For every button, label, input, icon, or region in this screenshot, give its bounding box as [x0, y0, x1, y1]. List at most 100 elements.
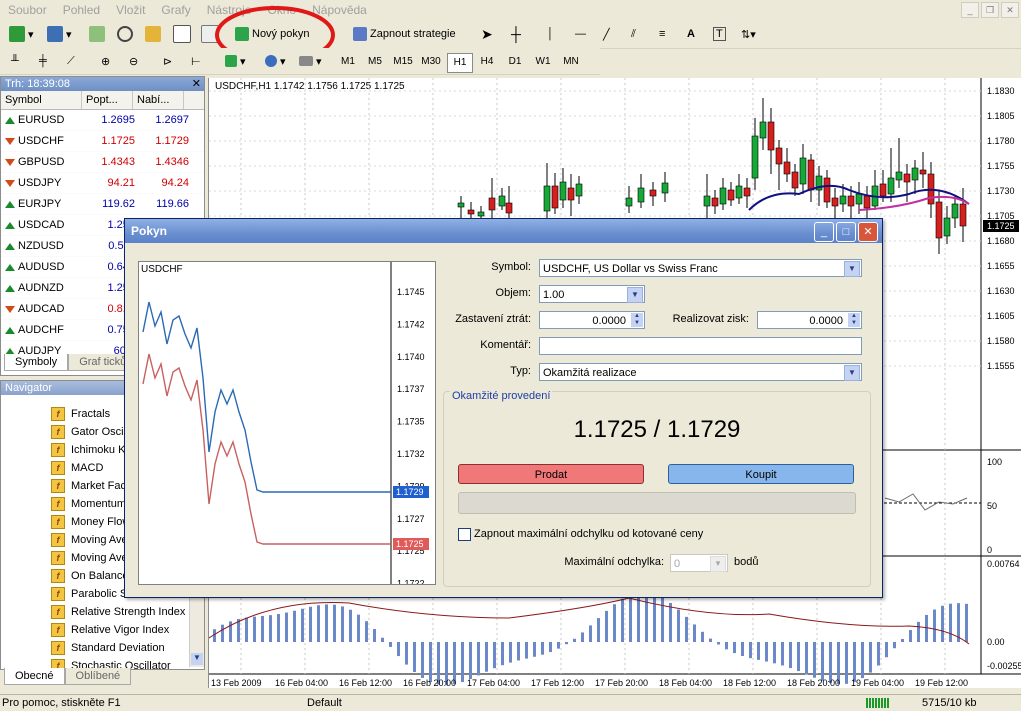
chevron-down-icon[interactable]: ▼	[844, 365, 860, 381]
periods-button[interactable]: ▾	[262, 50, 289, 72]
column-header-bid[interactable]: Popt...	[82, 91, 133, 109]
text-label-tool[interactable]: T	[710, 23, 729, 45]
market-watch-row[interactable]: USDCHF 1.1725 1.1729	[1, 131, 204, 152]
histogram-bar	[477, 642, 480, 676]
fibonacci-tool[interactable]: ≡	[656, 23, 668, 45]
vertical-line-tool[interactable]: │	[544, 23, 557, 45]
status-bar: Pro pomoc, stiskněte F1 Default 5715/10 …	[0, 694, 1021, 711]
zoom-out-button[interactable]: ⊖	[126, 50, 141, 72]
zoom-in-button[interactable]: ⊕	[98, 50, 113, 72]
close-icon[interactable]: ✕	[192, 77, 201, 90]
deviation-select[interactable]: 0 ▼	[670, 554, 728, 572]
arrows-tool[interactable]: ⇅▾	[738, 23, 759, 45]
sell-button[interactable]: Prodat	[458, 464, 644, 484]
buy-button[interactable]: Koupit	[668, 464, 854, 484]
menu-file[interactable]: Soubor	[0, 0, 55, 20]
chevron-down-icon[interactable]: ▼	[710, 556, 726, 572]
navigator-item-label: Momentum	[71, 498, 127, 510]
horizontal-line-tool[interactable]: —	[572, 23, 589, 45]
menu-view[interactable]: Pohled	[55, 0, 108, 20]
navigator-toggle[interactable]	[114, 23, 136, 45]
timeframe-mn[interactable]: MN	[559, 53, 583, 71]
favorites-button[interactable]	[142, 23, 164, 45]
crosshair-tool[interactable]: ┼	[508, 23, 524, 45]
order-type-select[interactable]: Okamžitá realizace ▼	[539, 363, 862, 381]
timeframe-h4[interactable]: H4	[475, 53, 499, 71]
navigator-tabs: Obecné Oblíbené	[4, 668, 132, 685]
navigator-item[interactable]: f Relative Vigor Index	[1, 621, 204, 639]
market-watch-row[interactable]: EURUSD 1.2695 1.2697	[1, 110, 204, 131]
minimize-icon[interactable]: _	[961, 2, 979, 18]
histogram-bar	[389, 642, 392, 647]
line-chart-button[interactable]: ⟋	[64, 50, 78, 72]
autoscroll-button[interactable]: ⊳	[160, 50, 175, 72]
bar-chart-button[interactable]: ╨	[8, 50, 22, 72]
navigator-item[interactable]: f Standard Deviation	[1, 639, 204, 657]
close-icon[interactable]: ✕	[858, 222, 878, 242]
candle	[575, 183, 583, 197]
market-watch-toggle[interactable]	[86, 23, 108, 45]
histogram-bar	[581, 632, 584, 642]
candle	[759, 121, 767, 139]
menu-insert[interactable]: Vložit	[108, 0, 153, 20]
symbol-name: EURUSD	[18, 114, 65, 126]
take-profit-input[interactable]: 0.0000 ▲ ▼	[757, 311, 862, 329]
market-watch-row[interactable]: USDJPY 94.21 94.24	[1, 173, 204, 194]
timeframe-m1[interactable]: M1	[336, 53, 360, 71]
comment-input[interactable]	[539, 337, 862, 355]
menu-charts[interactable]: Grafy	[153, 0, 198, 20]
histogram-bar	[901, 638, 904, 642]
market-watch-icon	[89, 26, 105, 42]
tab-symbols[interactable]: Symboly	[4, 354, 69, 371]
dialog-title: Pokyn	[125, 219, 882, 243]
navigator-item-label: Gator Oscil	[71, 426, 127, 438]
deviation-checkbox[interactable]	[458, 528, 471, 541]
chart-shift-button[interactable]: ⊢	[188, 50, 204, 72]
timeframe-h1[interactable]: H1	[447, 53, 473, 73]
cursor-tool[interactable]: ➤	[478, 23, 502, 45]
candles-button[interactable]: ╪	[36, 50, 50, 72]
terminal-toggle[interactable]	[170, 23, 194, 45]
minimize-icon[interactable]: _	[814, 222, 834, 242]
symbol-label: Symbol:	[491, 261, 531, 273]
timeframe-m30[interactable]: M30	[419, 53, 443, 71]
maximize-icon[interactable]: □	[836, 222, 856, 242]
candle	[751, 135, 759, 179]
symbol-select[interactable]: USDCHF, US Dollar vs Swiss Franc ▼	[539, 259, 862, 277]
histogram-bar	[541, 642, 544, 655]
chevron-down-icon[interactable]: ▼	[627, 287, 643, 303]
candle	[743, 187, 751, 197]
spinner-icon[interactable]: ▲ ▼	[631, 313, 643, 327]
tab-general[interactable]: Obecné	[4, 668, 65, 685]
timeframe-d1[interactable]: D1	[503, 53, 527, 71]
scroll-down-icon[interactable]: ▼	[191, 653, 203, 665]
text-icon: A	[687, 28, 695, 40]
column-header-symbol[interactable]: Symbol	[1, 91, 82, 109]
templates-button[interactable]: ▾	[296, 50, 325, 72]
stop-loss-input[interactable]: 0.0000 ▲ ▼	[539, 311, 645, 329]
timeframe-w1[interactable]: W1	[531, 53, 555, 71]
trendline-tool[interactable]: ╱	[600, 23, 613, 45]
profiles-button[interactable]: ▾	[44, 23, 75, 45]
candle	[727, 189, 735, 201]
timeframe-m15[interactable]: M15	[391, 53, 415, 71]
market-watch-row[interactable]: EURJPY 119.62 119.66	[1, 194, 204, 215]
volume-select[interactable]: 1.00 ▼	[539, 285, 645, 303]
column-header-ask[interactable]: Nabí...	[133, 91, 184, 109]
tab-favorites[interactable]: Oblíbené	[64, 668, 132, 685]
indicators-button[interactable]: ▾	[222, 50, 249, 72]
channel-tool[interactable]: ⫽	[628, 23, 639, 45]
chevron-down-icon[interactable]: ▼	[844, 261, 860, 277]
new-chart-button[interactable]: ▾	[6, 23, 37, 45]
market-watch-row[interactable]: GBPUSD 1.4343 1.4346	[1, 152, 204, 173]
status-traffic: 5715/10 kb	[922, 697, 977, 709]
spinner-icon[interactable]: ▲ ▼	[848, 313, 860, 327]
text-tool[interactable]: A	[684, 23, 698, 45]
timeframe-m5[interactable]: M5	[363, 53, 387, 71]
navigator-item[interactable]: f Relative Strength Index	[1, 603, 204, 621]
zoom-in-icon: ⊕	[101, 55, 111, 68]
close-icon[interactable]: ✕	[1001, 2, 1019, 18]
histogram-bar	[909, 630, 912, 642]
oscillator-label: 0	[987, 545, 992, 555]
restore-icon[interactable]: ❐	[981, 2, 999, 18]
